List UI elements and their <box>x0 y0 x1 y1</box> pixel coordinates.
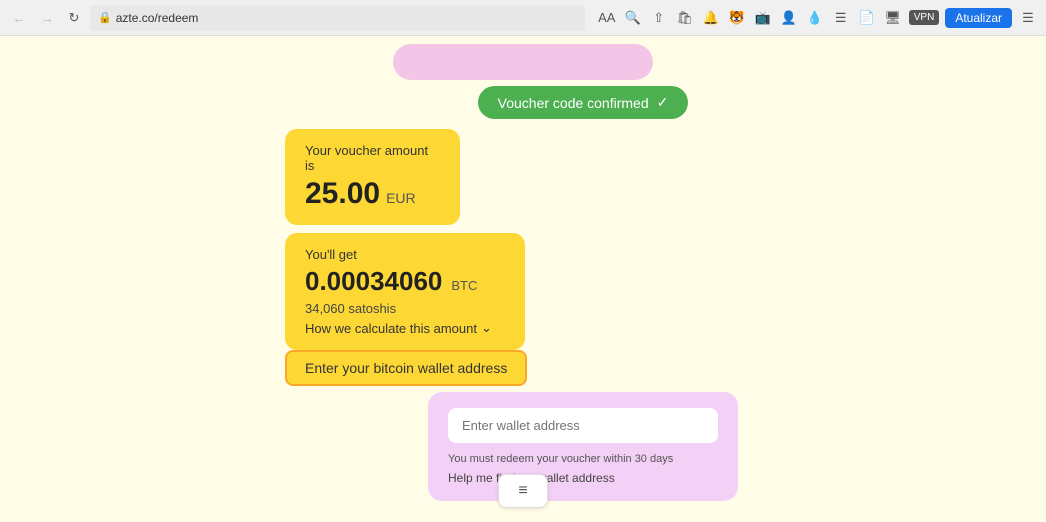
notification-icon-1[interactable]: 🛍 <box>675 8 695 28</box>
btc-amount-row: 0.00034060 BTC <box>305 266 505 297</box>
ext4-icon[interactable]: 💧 <box>805 8 825 28</box>
calculate-link-text: How we calculate this amount <box>305 321 477 336</box>
btc-unit: BTC <box>451 278 477 293</box>
wallet-help-link[interactable]: Help me find my wallet address <box>448 471 718 485</box>
voucher-confirmed-badge: Voucher code confirmed ✓ <box>478 86 689 119</box>
calculate-link[interactable]: How we calculate this amount ⌄ <box>305 320 505 336</box>
wallet-address-input[interactable] <box>448 408 718 443</box>
translate-icon[interactable]: AA <box>597 8 617 28</box>
amount-row: 25.00 EUR <box>305 177 440 211</box>
pink-bubble-text <box>521 54 525 71</box>
ext6-icon[interactable]: 📄 <box>857 8 877 28</box>
satoshis-text: 34,060 satoshis <box>305 301 505 316</box>
pink-bubble <box>393 44 653 80</box>
reload-button[interactable]: ↻ <box>64 8 84 28</box>
vpn-badge[interactable]: VPN <box>909 10 940 25</box>
chevron-down-icon: ⌄ <box>481 320 492 336</box>
wallet-note: You must redeem your voucher within 30 d… <box>448 453 718 465</box>
back-button[interactable]: ← <box>8 7 30 29</box>
voucher-confirmed-text: Voucher code confirmed <box>498 95 649 111</box>
voucher-amount-value: 25.00 <box>305 177 380 211</box>
bottom-menu-button[interactable]: ≡ <box>498 474 548 508</box>
lock-icon: 🔒 <box>98 11 112 24</box>
browser-chrome: ← → ↻ 🔒 azte.co/redeem AA 🔍 ⇧ 🛍 🔔 🐯 📺 👤 … <box>0 0 1046 36</box>
ext5-icon[interactable]: ☰ <box>831 8 851 28</box>
btc-card: You'll get 0.00034060 BTC 34,060 satoshi… <box>285 233 525 350</box>
ext1-icon[interactable]: 🐯 <box>727 8 747 28</box>
voucher-amount-card: Your voucher amount is 25.00 EUR <box>285 129 460 225</box>
address-bar[interactable]: 🔒 azte.co/redeem <box>90 5 585 31</box>
btc-amount-value: 0.00034060 <box>305 266 442 297</box>
ext3-icon[interactable]: 👤 <box>779 8 799 28</box>
voucher-amount-label: Your voucher amount is <box>305 143 440 173</box>
forward-button[interactable]: → <box>36 7 58 29</box>
voucher-currency: EUR <box>386 190 416 206</box>
url-text: azte.co/redeem <box>116 11 199 25</box>
toolbar-icons: AA 🔍 ⇧ 🛍 🔔 🐯 📺 👤 💧 ☰ 📄 🖥 VPN Atualizar ☰ <box>597 8 1038 28</box>
hamburger-icon: ≡ <box>518 482 527 500</box>
ext2-icon[interactable]: 📺 <box>753 8 773 28</box>
enter-wallet-button[interactable]: Enter your bitcoin wallet address <box>285 350 527 386</box>
cards-area: Your voucher amount is 25.00 EUR You'll … <box>285 129 525 350</box>
ext7-icon[interactable]: 🖥 <box>883 8 903 28</box>
menu-icon[interactable]: ☰ <box>1018 8 1038 28</box>
share-icon[interactable]: ⇧ <box>649 8 669 28</box>
notification-icon-2[interactable]: 🔔 <box>701 8 721 28</box>
page-content: Voucher code confirmed ✓ Your voucher am… <box>0 36 1046 522</box>
checkmark-icon: ✓ <box>657 94 669 111</box>
wallet-area: You must redeem your voucher within 30 d… <box>428 392 738 501</box>
update-button[interactable]: Atualizar <box>945 8 1012 28</box>
search-icon[interactable]: 🔍 <box>623 8 643 28</box>
youll-get-label: You'll get <box>305 247 505 262</box>
